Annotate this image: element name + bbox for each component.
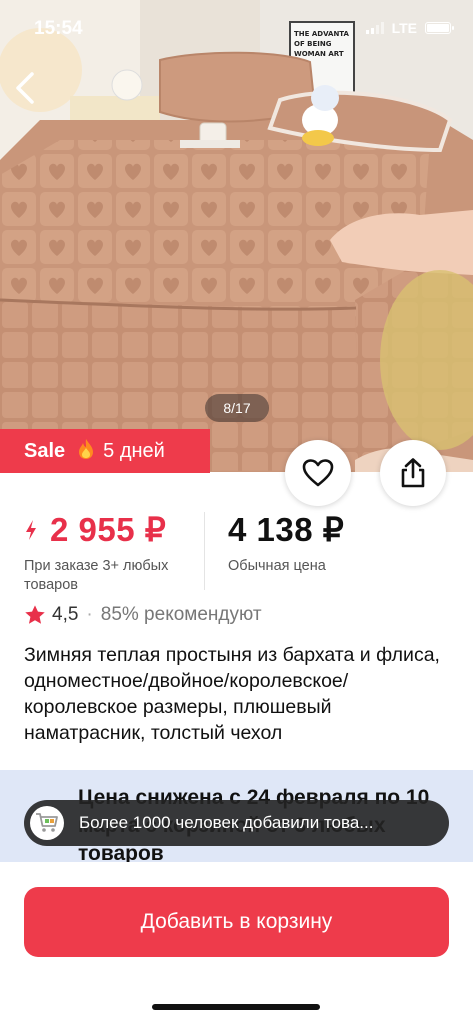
added-to-cart-toast: Более 1000 человек добавили това... [24, 800, 449, 846]
home-indicator[interactable] [152, 1004, 320, 1010]
cart-icon [30, 806, 64, 840]
regular-price: 4 138 ₽ [228, 511, 345, 548]
product-title: Зимняя теплая простыня из бархата и флис… [24, 644, 440, 744]
sale-price: 2 955 ₽ [24, 510, 174, 549]
recommend-text: 85% рекомендуют [100, 604, 262, 625]
status-time: 15:54 [34, 18, 83, 39]
separator-dot: · [86, 604, 93, 625]
sale-label: Sale [24, 439, 66, 462]
sale-price-note: При заказе 3+ любых товаров [24, 558, 169, 593]
share-icon [401, 458, 425, 488]
heart-icon [302, 459, 334, 487]
share-button[interactable] [380, 440, 446, 506]
status-bar: 15:54 LTE [0, 0, 473, 60]
favorite-button[interactable] [285, 440, 351, 506]
sale-price-block: 2 955 ₽ При заказе 3+ любых товаров [24, 510, 174, 595]
sale-badge: Sale 5 дней [0, 429, 210, 473]
regular-price-note: Обычная цена [228, 558, 326, 574]
add-to-cart-button[interactable]: Добавить в корзину [24, 887, 449, 957]
chevron-left-icon [16, 72, 34, 104]
status-indicators: LTE [365, 20, 454, 36]
back-button[interactable] [8, 68, 44, 108]
regular-price-block: 4 138 ₽ Обычная цена [228, 510, 344, 576]
signal-icon [365, 22, 384, 34]
battery-icon [425, 22, 454, 34]
sale-days: 5 дней [103, 439, 165, 462]
price-divider [204, 512, 205, 590]
rating-value: 4,5 [52, 604, 79, 625]
lightning-icon [26, 519, 36, 540]
rating-row[interactable]: 4,5 · 85% рекомендуют [24, 604, 262, 626]
fire-icon [77, 438, 95, 465]
sale-price-value: 2 955 ₽ [50, 511, 167, 548]
star-icon [25, 605, 45, 624]
toast-message: Более 1000 человек добавили това... [79, 813, 374, 832]
network-label: LTE [391, 20, 417, 36]
gallery-counter: 8/17 [205, 394, 269, 422]
